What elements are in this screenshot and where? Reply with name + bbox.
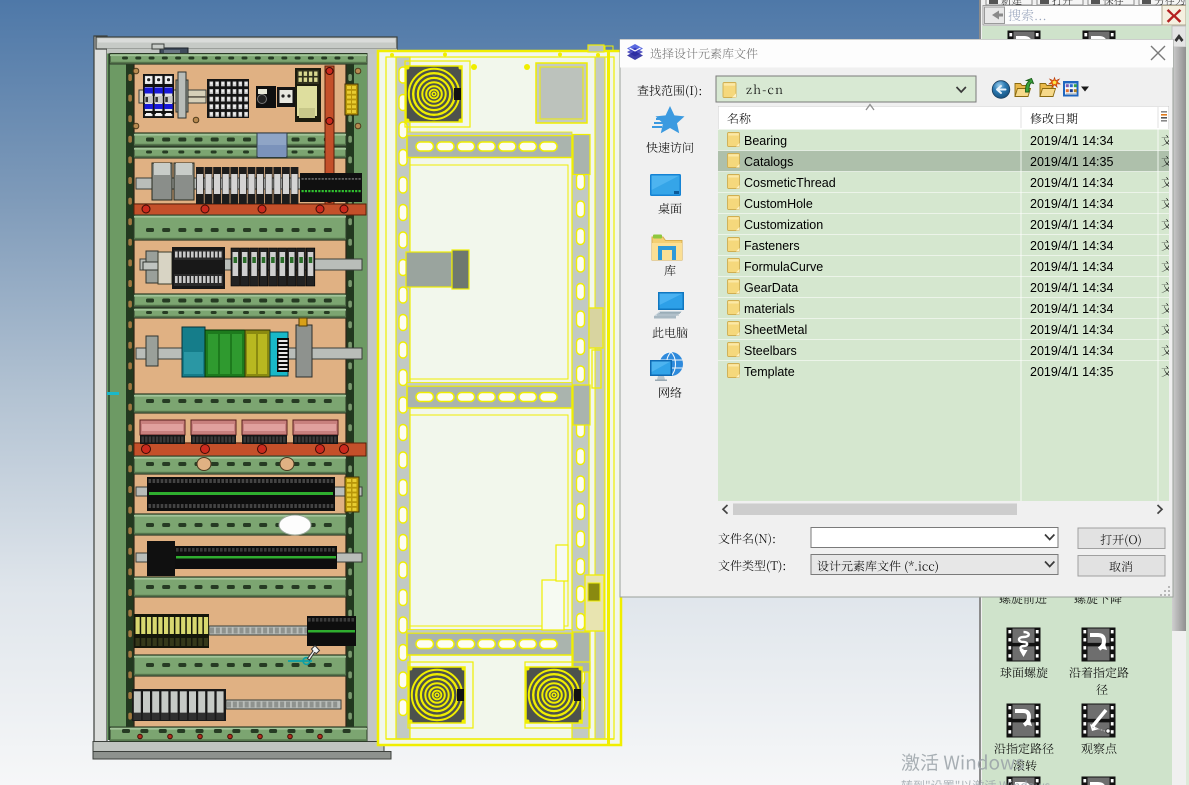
- svg-text:Customization: Customization: [744, 218, 823, 232]
- svg-text:Catalogs: Catalogs: [744, 155, 793, 169]
- svg-text:2019/4/1 14:34: 2019/4/1 14:34: [1030, 302, 1113, 316]
- svg-text:2019/4/1 14:34: 2019/4/1 14:34: [1030, 281, 1113, 295]
- svg-text:2019/4/1 14:35: 2019/4/1 14:35: [1030, 155, 1113, 169]
- svg-text:materials: materials: [744, 302, 795, 316]
- svg-text:GearData: GearData: [744, 281, 798, 295]
- svg-text:2019/4/1 14:34: 2019/4/1 14:34: [1030, 344, 1113, 358]
- svg-text:2019/4/1 14:34: 2019/4/1 14:34: [1030, 323, 1113, 337]
- svg-text:SheetMetal: SheetMetal: [744, 323, 807, 337]
- svg-text:Template: Template: [744, 365, 795, 379]
- svg-text:2019/4/1 14:34: 2019/4/1 14:34: [1030, 134, 1113, 148]
- svg-text:Steelbars: Steelbars: [744, 344, 797, 358]
- svg-text:Fasteners: Fasteners: [744, 239, 800, 253]
- svg-text:FormulaCurve: FormulaCurve: [744, 260, 823, 274]
- svg-text:2019/4/1 14:34: 2019/4/1 14:34: [1030, 260, 1113, 274]
- svg-text:CustomHole: CustomHole: [744, 197, 813, 211]
- svg-text:2019/4/1 14:34: 2019/4/1 14:34: [1030, 197, 1113, 211]
- svg-text:2019/4/1 14:34: 2019/4/1 14:34: [1030, 176, 1113, 190]
- svg-text:CosmeticThread: CosmeticThread: [744, 176, 836, 190]
- svg-text:2019/4/1 14:34: 2019/4/1 14:34: [1030, 239, 1113, 253]
- svg-text:Bearing: Bearing: [744, 134, 787, 148]
- svg-text:2019/4/1 14:35: 2019/4/1 14:35: [1030, 365, 1113, 379]
- svg-text:2019/4/1 14:34: 2019/4/1 14:34: [1030, 218, 1113, 232]
